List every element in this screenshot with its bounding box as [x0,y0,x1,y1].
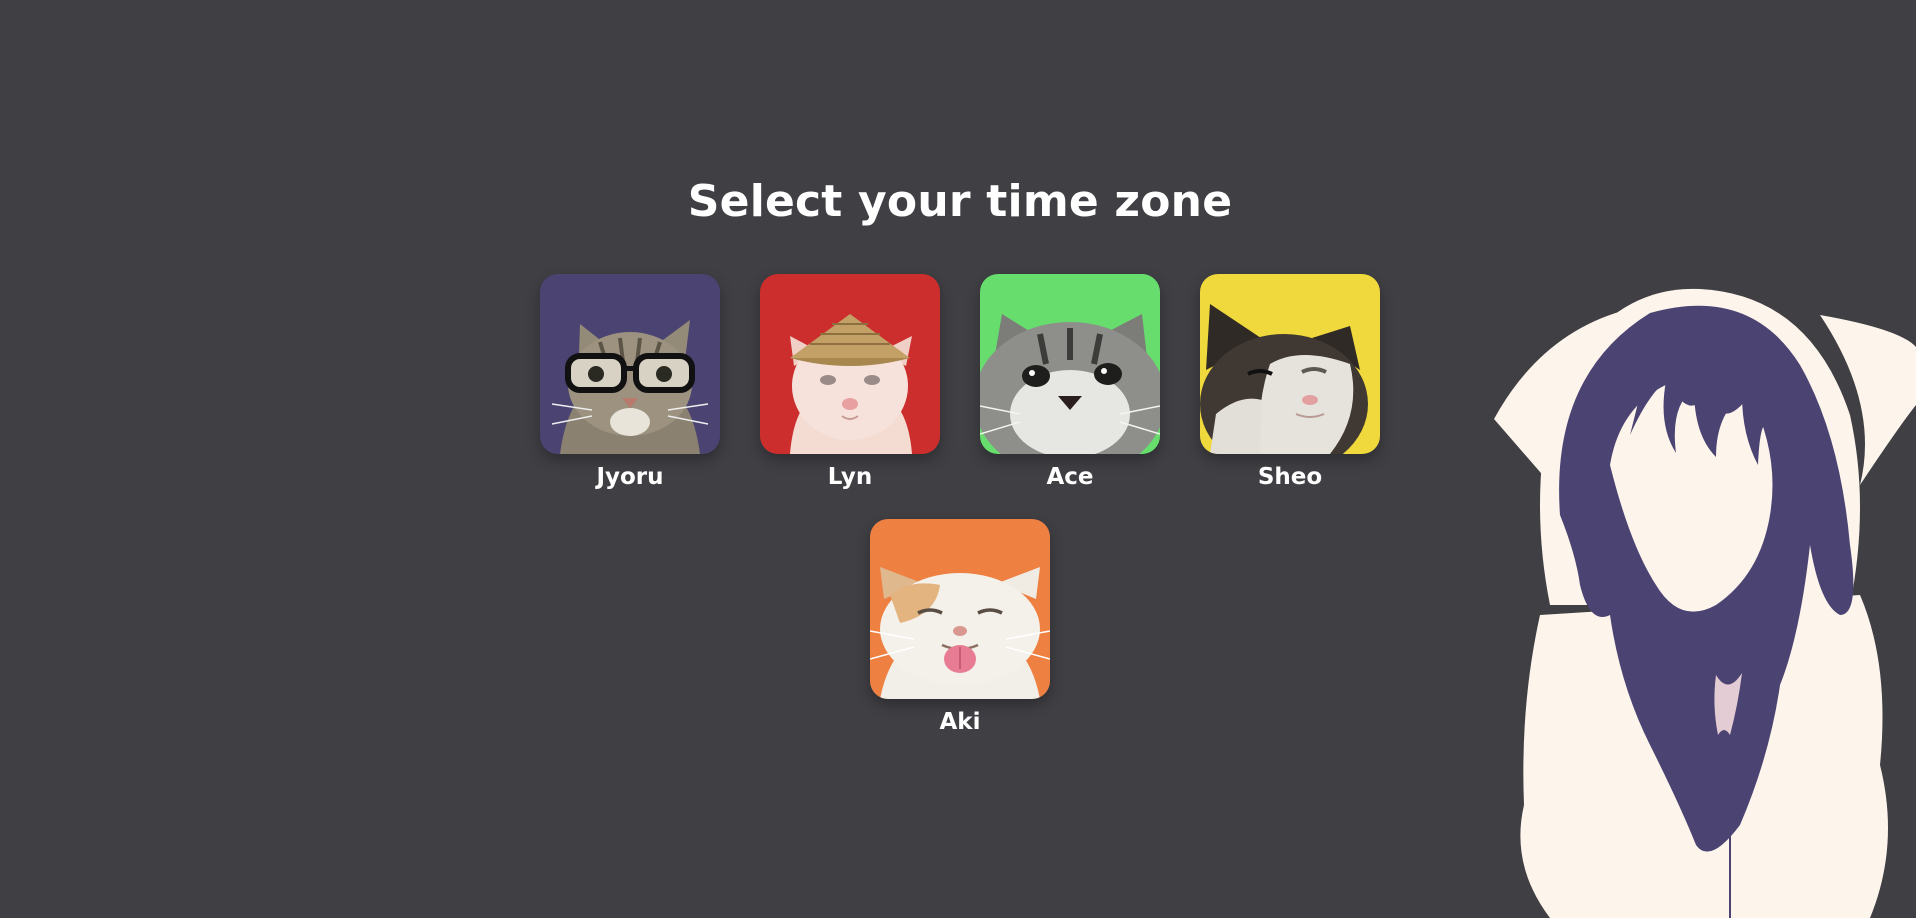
tabby-cat-closeup-icon [980,274,1160,454]
zone-name: Ace [1046,464,1094,490]
cat-tongue-out-icon [870,519,1050,699]
time-zone-page: Select your time zone Jyoru Lyn Ace Sheo… [0,0,1916,918]
zone-tile[interactable] [1200,274,1380,454]
hooded-girl-silhouette [1480,285,1916,918]
zone-tile[interactable] [980,274,1160,454]
hooded-girl-silhouette-icon [1494,288,1916,918]
cat-with-straw-hat-icon [760,274,940,454]
zone-card-jyoru[interactable]: Jyoru [540,274,720,490]
zone-card-lyn[interactable]: Lyn [760,274,940,490]
cat-with-glasses-icon [540,274,720,454]
zone-name: Aki [939,709,981,735]
zone-tile[interactable] [760,274,940,454]
zone-tile[interactable] [540,274,720,454]
zone-name: Sheo [1257,464,1323,490]
zone-card-sheo[interactable]: Sheo [1200,274,1380,490]
black-white-cat-icon [1200,274,1380,454]
zone-name: Lyn [827,464,873,490]
page-title: Select your time zone [687,176,1233,227]
zone-name: Jyoru [596,464,664,490]
zone-card-aki[interactable]: Aki [870,519,1050,735]
zone-tile[interactable] [870,519,1050,699]
zone-card-ace[interactable]: Ace [980,274,1160,490]
